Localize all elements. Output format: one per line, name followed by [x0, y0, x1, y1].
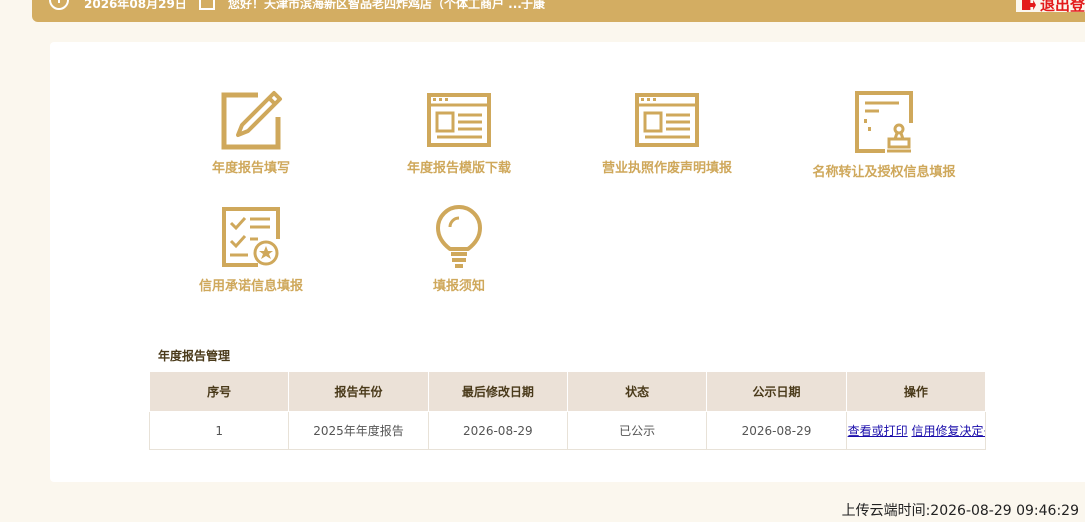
pencil-edit-icon — [221, 91, 282, 150]
section-title: 年度报告管理 — [158, 349, 231, 363]
view-print-link[interactable]: 查看或打印 — [848, 424, 908, 438]
main-panel: 年度报告填写 年度报告模版下载 营业执照作废声明填报 名称转让及授权信息填报 信… — [50, 42, 1085, 482]
table-row: 1 2025年年度报告 2026-08-29 已公示 2026-08-29 查看… — [148, 411, 987, 450]
column-header-actions: 操作 — [845, 371, 987, 412]
top-bar: 2026年08月29日 您好！天津市滨海新区智品老四炸鸡店（个体工商户 ... … — [32, 0, 1085, 22]
document-template-icon — [427, 93, 491, 147]
tile-credit-commitment[interactable]: 信用承诺信息填报 — [151, 205, 351, 294]
logout-label: 退出登 — [1039, 0, 1085, 14]
column-header-year: 报告年份 — [288, 371, 429, 412]
cell-status: 已公示 — [566, 411, 708, 450]
upload-time: 上传云端时间:2026-08-29 09:46:29 — [841, 503, 1079, 519]
lightbulb-icon — [436, 205, 482, 268]
cell-index: 1 — [148, 411, 290, 450]
document-template-icon — [635, 93, 699, 147]
credit-repair-decision-link[interactable]: 信用修复决定书 — [911, 424, 984, 438]
tile-label: 营业执照作废声明填报 — [601, 161, 732, 176]
tile-report-template-download[interactable]: 年度报告模版下载 — [359, 89, 559, 176]
tile-label: 年度报告填写 — [211, 161, 290, 176]
tile-filing-instructions[interactable]: 填报须知 — [359, 205, 559, 294]
column-header-index: 序号 — [148, 371, 290, 412]
column-header-published: 公示日期 — [706, 371, 847, 412]
stamp-document-icon — [855, 91, 913, 153]
cell-modified: 2026-08-29 — [427, 411, 568, 450]
checklist-badge-icon — [222, 207, 280, 267]
shop-icon — [199, 0, 215, 10]
clock-icon — [49, 0, 69, 10]
header-greeting: 您好！天津市滨海新区智品老四炸鸡店（个体工商户 ... — [228, 0, 522, 9]
header-user: 于康 — [521, 0, 546, 9]
logout-icon — [1021, 0, 1036, 10]
tile-annual-report-fill[interactable]: 年度报告填写 — [151, 89, 351, 176]
tile-name-transfer-authorization[interactable]: 名称转让及授权信息填报 — [784, 89, 984, 180]
tile-label: 填报须知 — [432, 279, 485, 294]
annual-report-table: 序号 报告年份 最后修改日期 状态 公示日期 操作 1 2025年年度报告 20… — [148, 371, 987, 450]
cell-published: 2026-08-29 — [706, 411, 847, 450]
table-header-row: 序号 报告年份 最后修改日期 状态 公示日期 操作 — [148, 371, 987, 412]
tile-label: 年度报告模版下载 — [406, 161, 511, 176]
cell-actions: 查看或打印 信用修复决定书 — [845, 411, 987, 450]
header-date: 2026年08月29日 — [84, 0, 187, 9]
tile-license-void-declaration[interactable]: 营业执照作废声明填报 — [567, 89, 767, 176]
cell-year: 2025年年度报告 — [288, 411, 429, 450]
column-header-status: 状态 — [566, 371, 708, 412]
logout-button[interactable]: 退出登 — [1015, 0, 1085, 14]
tile-label: 信用承诺信息填报 — [198, 279, 303, 294]
column-header-modified: 最后修改日期 — [427, 371, 568, 412]
tile-label: 名称转让及授权信息填报 — [812, 165, 956, 180]
